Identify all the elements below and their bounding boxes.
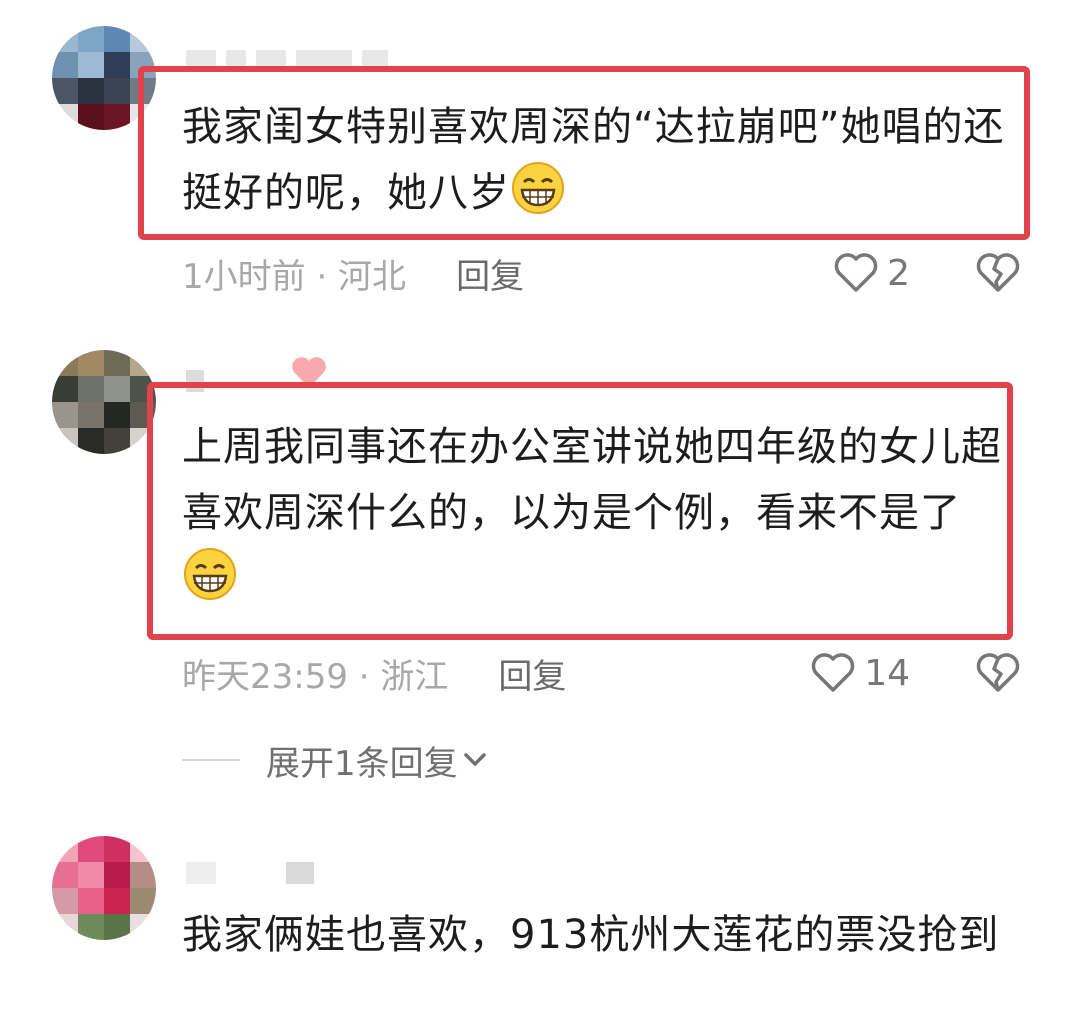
username[interactable]	[186, 860, 426, 886]
comment-text: 我家俩娃也喜欢，913杭州大莲花的票没抢到	[182, 912, 1000, 958]
comment-item: 我家俩娃也喜欢，913杭州大莲花的票没抢到	[0, 0, 1080, 1017]
avatar[interactable]	[52, 836, 156, 940]
